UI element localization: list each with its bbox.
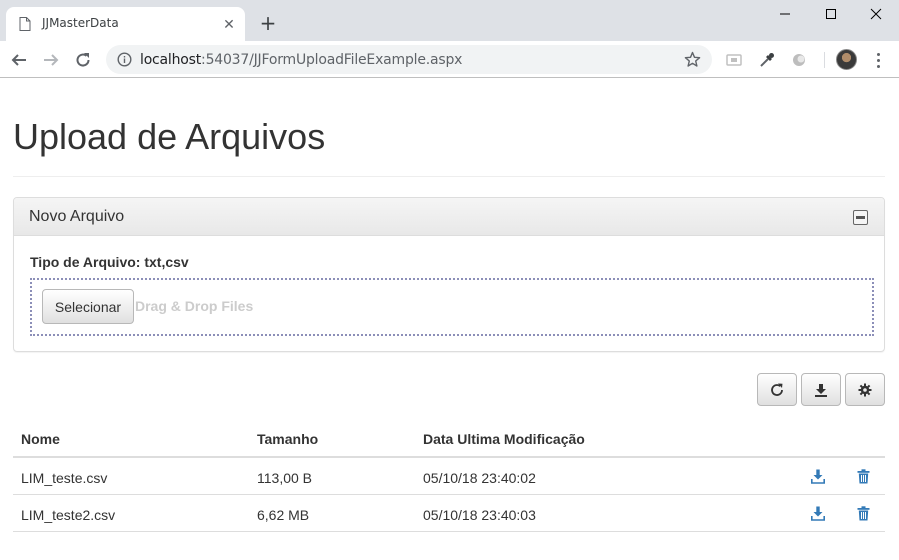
menu-icon[interactable]	[870, 50, 886, 70]
toolbar-separator	[824, 52, 825, 68]
page-icon	[19, 17, 31, 31]
select-file-button[interactable]: Selecionar	[42, 289, 134, 324]
forward-icon	[44, 54, 59, 66]
new-tab-button[interactable]: +	[258, 13, 278, 33]
close-window-button[interactable]	[853, 0, 899, 28]
url-path: :54037/JJFormUploadFileExample.aspx	[201, 52, 463, 68]
page-title: Upload de Arquivos	[13, 116, 326, 157]
download-icon	[815, 383, 827, 397]
gear-icon	[858, 383, 872, 396]
column-header-name[interactable]: Nome	[21, 431, 60, 447]
delete-file-icon[interactable]	[855, 505, 871, 522]
refresh-button[interactable]	[757, 373, 797, 406]
profile-avatar[interactable]	[836, 49, 857, 70]
address-bar[interactable]: localhost:54037/JJFormUploadFileExample.…	[106, 45, 712, 74]
tab-strip: JJMasterData ✕ +	[0, 0, 899, 41]
maximize-icon	[826, 9, 836, 19]
file-type-label: Tipo de Arquivo: txt,csv	[30, 254, 189, 270]
files-table: Nome Tamanho Data Ultima Modificação LIM…	[13, 420, 885, 532]
panel-title: Novo Arquivo	[29, 208, 125, 225]
star-icon[interactable]	[684, 51, 701, 68]
back-icon	[11, 54, 26, 66]
file-size: 6,62 MB	[257, 507, 310, 523]
settings-button[interactable]	[845, 373, 885, 406]
browser-tab[interactable]: JJMasterData ✕	[6, 7, 245, 41]
file-name: LIM_teste2.csv	[21, 507, 116, 523]
delete-file-icon[interactable]	[855, 468, 871, 485]
panel-heading[interactable]: Novo Arquivo	[14, 198, 884, 236]
table-header: Nome Tamanho Data Ultima Modificação	[13, 420, 885, 458]
upload-panel: Novo Arquivo Tipo de Arquivo: txt,csv Se…	[13, 197, 885, 352]
export-button[interactable]	[801, 373, 841, 406]
url-text[interactable]: localhost:54037/JJFormUploadFileExample.…	[140, 52, 462, 68]
file-size: 113,00 B	[257, 470, 313, 486]
collapse-icon[interactable]	[853, 210, 868, 225]
column-header-size[interactable]: Tamanho	[257, 431, 318, 447]
drop-zone-text: Drag & Drop Files	[135, 298, 254, 314]
maximize-button[interactable]	[808, 0, 854, 28]
extension-cast-icon[interactable]	[725, 51, 743, 69]
minimize-icon	[780, 13, 790, 15]
minimize-button[interactable]	[762, 0, 808, 28]
forward-button[interactable]	[40, 49, 62, 71]
tab-close-icon[interactable]: ✕	[221, 16, 237, 32]
drop-zone[interactable]: Selecionar Drag & Drop Files	[30, 278, 874, 336]
table-row: LIM_teste.csv 113,00 B 05/10/18 23:40:02	[13, 458, 885, 495]
refresh-icon	[771, 383, 783, 396]
url-host: localhost	[140, 52, 202, 68]
download-file-icon[interactable]	[810, 505, 826, 522]
reload-button[interactable]	[72, 49, 94, 71]
table-row: LIM_teste2.csv 6,62 MB 05/10/18 23:40:03	[13, 495, 885, 532]
column-header-modified[interactable]: Data Ultima Modificação	[423, 431, 585, 447]
file-modified: 05/10/18 23:40:03	[423, 507, 536, 523]
extension-circle-icon[interactable]	[790, 51, 808, 69]
title-divider	[13, 176, 885, 177]
download-file-icon[interactable]	[810, 468, 826, 485]
reload-icon	[76, 53, 90, 67]
file-modified: 05/10/18 23:40:02	[423, 470, 536, 486]
close-icon	[870, 8, 882, 20]
back-button[interactable]	[8, 49, 30, 71]
info-icon[interactable]	[117, 52, 132, 67]
browser-toolbar: localhost:54037/JJFormUploadFileExample.…	[0, 41, 899, 78]
extension-eyedropper-icon[interactable]	[758, 51, 776, 69]
tab-title: JJMasterData	[42, 16, 119, 30]
file-name: LIM_teste.csv	[21, 470, 108, 486]
